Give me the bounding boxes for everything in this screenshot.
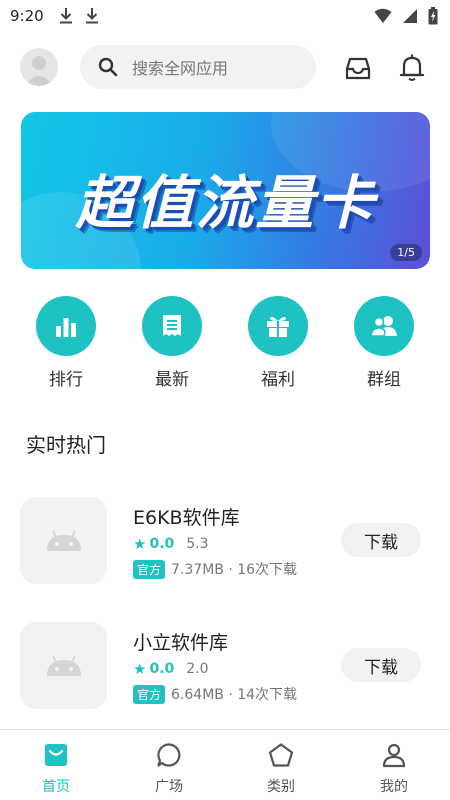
battery-icon	[428, 7, 438, 25]
bell-icon[interactable]	[398, 53, 426, 83]
group-icon	[370, 316, 397, 337]
receipt-icon	[163, 315, 181, 336]
quick-actions: 排行 最新 福利 群组	[0, 296, 450, 391]
gift-icon	[267, 316, 289, 337]
tab-label: 我的	[380, 779, 408, 795]
app-name: E6KB软件库	[133, 507, 240, 529]
tab-home[interactable]: 首页	[0, 740, 112, 796]
status-bar: 9:20	[0, 0, 450, 32]
app-version: 2.0	[186, 661, 209, 677]
bottom-tab-bar: 首页 广场 类别 我的	[0, 729, 450, 800]
app-rating: 0.0	[149, 661, 175, 677]
banner-title: 超值流量卡	[75, 169, 376, 237]
list-item[interactable]: 小立软件库 ★ 0.0 2.0 官方 6.64MB · 14次下载 下载	[0, 622, 450, 712]
section-title: 实时热门	[26, 433, 106, 457]
tab-category[interactable]: 类别	[225, 740, 337, 796]
download-status-icon	[85, 8, 98, 24]
signal-icon	[403, 9, 417, 23]
quick-action-circle	[248, 296, 308, 356]
quick-action-label: 群组	[367, 370, 401, 390]
quick-action-latest[interactable]: 最新	[132, 296, 212, 390]
app-rating-row: ★ 0.0 5.3	[133, 535, 209, 553]
person-icon	[382, 743, 406, 768]
download-status-icon	[59, 8, 72, 24]
tab-square[interactable]: 广场	[113, 740, 225, 796]
quick-action-circle	[142, 296, 202, 356]
download-button[interactable]: 下载	[341, 648, 421, 682]
tab-mine[interactable]: 我的	[338, 740, 450, 796]
tab-label: 类别	[267, 779, 295, 795]
app-name: 小立软件库	[133, 632, 229, 654]
inbox-icon[interactable]	[344, 54, 372, 82]
list-item[interactable]: E6KB软件库 ★ 0.0 5.3 官方 7.37MB · 16次下载 下载	[0, 497, 450, 587]
quick-action-label: 福利	[261, 370, 295, 390]
tab-label: 广场	[155, 779, 183, 795]
app-size-downloads: 7.37MB · 16次下载	[171, 562, 298, 578]
home-bag-icon	[45, 744, 67, 766]
android-placeholder-icon	[46, 530, 81, 551]
wifi-icon	[374, 8, 392, 23]
quick-action-ranking[interactable]: 排行	[26, 296, 106, 390]
app-rating: 0.0	[149, 536, 175, 552]
status-time: 9:20	[10, 7, 44, 25]
chat-bubble-icon	[157, 743, 181, 767]
search-bar[interactable]: 搜索全网应用	[80, 45, 316, 89]
app-rating-row: ★ 0.0 2.0	[133, 660, 209, 678]
bar-chart-icon	[56, 318, 76, 337]
avatar[interactable]	[20, 48, 58, 86]
app-info-row: 官方 7.37MB · 16次下载	[133, 559, 297, 579]
app-size-downloads: 6.64MB · 14次下载	[171, 687, 298, 703]
pentagon-icon	[268, 743, 294, 767]
app-version: 5.3	[186, 536, 209, 552]
quick-action-label: 最新	[155, 370, 189, 390]
promo-banner[interactable]: 超值流量卡 1/5	[21, 112, 430, 269]
tab-label: 首页	[42, 779, 70, 795]
app-icon	[20, 497, 107, 584]
quick-action-label: 排行	[49, 370, 83, 390]
top-bar: 搜索全网应用	[0, 44, 450, 90]
user-avatar-icon	[25, 56, 53, 86]
official-badge: 官方	[133, 559, 166, 579]
quick-action-groups[interactable]: 群组	[344, 296, 424, 390]
app-info-row: 官方 6.64MB · 14次下载	[133, 684, 297, 704]
banner-pager: 1/5	[390, 244, 422, 261]
official-badge: 官方	[133, 684, 166, 704]
quick-action-circle	[354, 296, 414, 356]
android-placeholder-icon	[46, 655, 81, 676]
download-button[interactable]: 下载	[341, 523, 421, 557]
star-icon: ★	[133, 660, 147, 678]
search-placeholder: 搜索全网应用	[132, 59, 229, 78]
quick-action-welfare[interactable]: 福利	[238, 296, 318, 390]
search-icon	[98, 57, 118, 77]
quick-action-circle	[36, 296, 96, 356]
star-icon: ★	[133, 535, 147, 553]
app-icon	[20, 622, 107, 709]
